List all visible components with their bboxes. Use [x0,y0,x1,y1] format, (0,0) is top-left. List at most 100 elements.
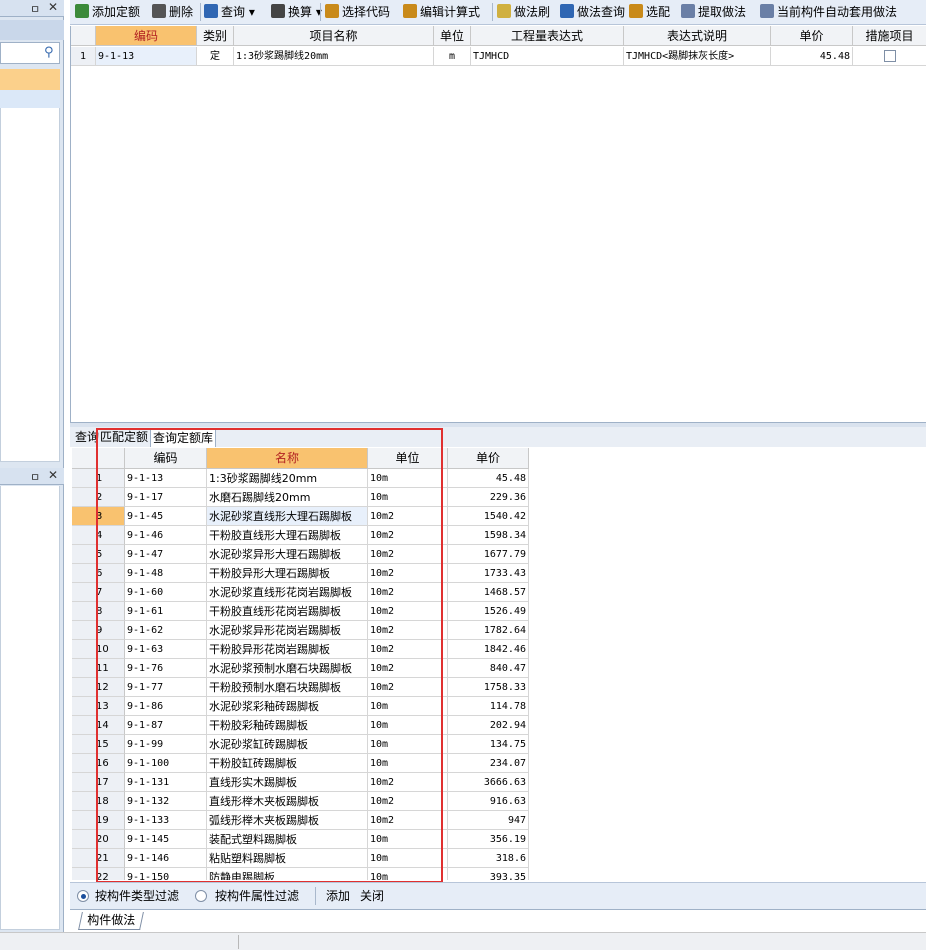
table-row[interactable]: 12 9-1-77 干粉胶预制水磨石块踢脚板 10m2 1758.33 [72,678,532,697]
row-number[interactable]: 20 [72,830,125,849]
panel-list-item[interactable] [0,90,60,108]
close-icon[interactable]: ✕ [48,0,58,14]
table-row[interactable]: 14 9-1-87 干粉胶彩釉砖踢脚板 10m 202.94 [72,716,532,735]
pin-icon[interactable]: ㅁ [30,1,40,17]
search-icon[interactable]: ⚲ [44,45,60,61]
row-number[interactable]: 9 [72,621,125,640]
toolbar-button-9[interactable]: 提取做法 [681,3,746,21]
table-row[interactable]: 22 9-1-150 防静电踢脚板 10m 393.35 [72,868,532,880]
toolbar-button-7[interactable]: 做法查询 [560,3,625,21]
column-header[interactable]: 名称 [207,448,368,469]
table-row[interactable]: 2 9-1-17 水磨石踢脚线20mm 10m 229.36 [72,488,532,507]
row-number[interactable]: 16 [72,754,125,773]
table-row[interactable]: 7 9-1-60 水泥砂浆直线形花岗岩踢脚板 10m2 1468.57 [72,583,532,602]
table-row[interactable]: 3 9-1-45 水泥砂浆直线形大理石踢脚板 10m2 1540.42 [72,507,532,526]
table-row[interactable]: 15 9-1-99 水泥砂浆缸砖踢脚板 10m 134.75 [72,735,532,754]
column-header[interactable]: 编码 [96,26,197,46]
auto-apply-icon [760,4,774,18]
toolbar-button-0[interactable]: 添加定额 [75,3,140,21]
measure-checkbox[interactable] [883,50,896,62]
row-number[interactable]: 10 [72,640,125,659]
row-number[interactable]: 6 [72,564,125,583]
table-row[interactable]: 4 9-1-46 干粉胶直线形大理石踢脚板 10m2 1598.34 [72,526,532,545]
row-number[interactable]: 5 [72,545,125,564]
table-row[interactable]: 9 9-1-62 水泥砂浆异形花岗岩踢脚板 10m2 1782.64 [72,621,532,640]
cell-unit: 10m2 [368,583,448,602]
table-row[interactable]: 16 9-1-100 干粉胶缸砖踢脚板 10m 234.07 [72,754,532,773]
column-header[interactable]: 编码 [125,448,207,469]
close-button[interactable]: 关闭 [360,888,384,904]
add-button[interactable]: 添加 [326,888,350,904]
toolbar-button-label: 选配 [646,5,671,19]
table-row[interactable]: 13 9-1-86 水泥砂浆彩釉砖踢脚板 10m 114.78 [72,697,532,716]
row-number[interactable]: 19 [72,811,125,830]
column-header[interactable]: 措施项目 [853,26,926,46]
column-header[interactable]: 单位 [434,26,471,46]
row-number[interactable]: 18 [72,792,125,811]
filter-by-type-radio[interactable] [77,890,89,902]
toolbar-button-4[interactable]: 选择代码 [325,3,390,21]
table-row[interactable]: 18 9-1-132 直线形榉木夹板踢脚板 10m2 916.63 [72,792,532,811]
table-row[interactable]: 8 9-1-61 干粉胶直线形花岗岩踢脚板 10m2 1526.49 [72,602,532,621]
filter-by-type-label[interactable]: 按构件类型过滤 [95,888,179,904]
tab-label: 匹配定额 [100,430,149,444]
table-row[interactable]: 5 9-1-47 水泥砂浆异形大理石踢脚板 10m2 1677.79 [72,545,532,564]
row-number[interactable]: 15 [72,735,125,754]
table-row[interactable]: 19 9-1-133 弧线形榉木夹板踢脚板 10m2 947 [72,811,532,830]
row-number[interactable]: 21 [72,849,125,868]
column-header[interactable]: 单价 [771,26,853,46]
cell-unit: 10m2 [368,602,448,621]
row-number[interactable]: 14 [72,716,125,735]
filter-by-attribute-radio[interactable] [195,890,207,902]
cell-price: 393.35 [448,868,529,880]
row-number[interactable]: 17 [72,773,125,792]
toolbar-button-5[interactable]: 编辑计算式 [403,3,480,21]
toolbar-button-8[interactable]: 选配 [629,3,670,21]
row-number[interactable]: 1 [72,469,125,488]
column-header[interactable]: 单价 [448,448,529,469]
row-number[interactable]: 8 [72,602,125,621]
panel-selected-item[interactable] [0,69,60,90]
row-number[interactable]: 11 [72,659,125,678]
column-header[interactable]: 类别 [197,26,234,46]
cell-code: 9-1-87 [125,716,207,735]
cell-unit: 10m2 [368,621,448,640]
toolbar-button-10[interactable]: 当前构件自动套用做法 [760,3,897,21]
toolbar-button-label: 查询 [221,5,246,19]
table-row[interactable]: 6 9-1-48 干粉胶异形大理石踢脚板 10m2 1733.43 [72,564,532,583]
row-number[interactable]: 7 [72,583,125,602]
table-row[interactable]: 17 9-1-131 直线形实木踢脚板 10m2 3666.63 [72,773,532,792]
column-header[interactable]: 项目名称 [234,26,434,46]
table-row[interactable]: 20 9-1-145 装配式塑料踢脚板 10m 356.19 [72,830,532,849]
row-number[interactable]: 12 [72,678,125,697]
cell-unit: m [434,47,471,66]
tab-query[interactable]: 查询 [73,429,101,447]
row-number[interactable]: 2 [72,488,125,507]
table-row[interactable]: 11 9-1-76 水泥砂浆预制水磨石块踢脚板 10m2 840.47 [72,659,532,678]
filter-by-attribute-label[interactable]: 按构件属性过滤 [215,888,299,904]
cell-unit: 10m [368,488,448,507]
row-number[interactable]: 13 [72,697,125,716]
toolbar-button-6[interactable]: 做法刷 [497,3,550,21]
tab-match-quota[interactable]: 匹配定额 [98,429,150,447]
toolbar-button-2[interactable]: 查询 ▾ [204,3,255,21]
row-number[interactable]: 4 [72,526,125,545]
pin-icon[interactable]: ㅁ [30,469,40,485]
cell-unit: 10m2 [368,659,448,678]
row-number[interactable]: 22 [72,868,125,880]
table-row[interactable]: 21 9-1-146 粘贴塑料踢脚板 10m 318.6 [72,849,532,868]
row-number[interactable]: 3 [72,507,125,526]
tab-component-method[interactable]: 构件做法 [78,912,144,930]
cell-name: 防静电踢脚板 [207,868,368,880]
close-icon[interactable]: ✕ [48,468,58,482]
toolbar-button-1[interactable]: 删除 [152,3,193,21]
column-header[interactable]: 表达式说明 [624,26,771,46]
table-row[interactable]: 10 9-1-63 干粉胶异形花岗岩踢脚板 10m2 1842.46 [72,640,532,659]
cell-price: 3666.63 [448,773,529,792]
column-header[interactable]: 工程量表达式 [471,26,624,46]
toolbar-button-3[interactable]: 换算 ▾ [271,3,322,21]
table-row[interactable]: 1 9-1-13 1:3砂浆踢脚线20mm 10m 45.48 [72,469,532,488]
tab-query-quota-library[interactable]: 查询定额库 [150,429,217,447]
column-header[interactable]: 单位 [368,448,448,469]
cell-measure[interactable] [853,47,926,66]
